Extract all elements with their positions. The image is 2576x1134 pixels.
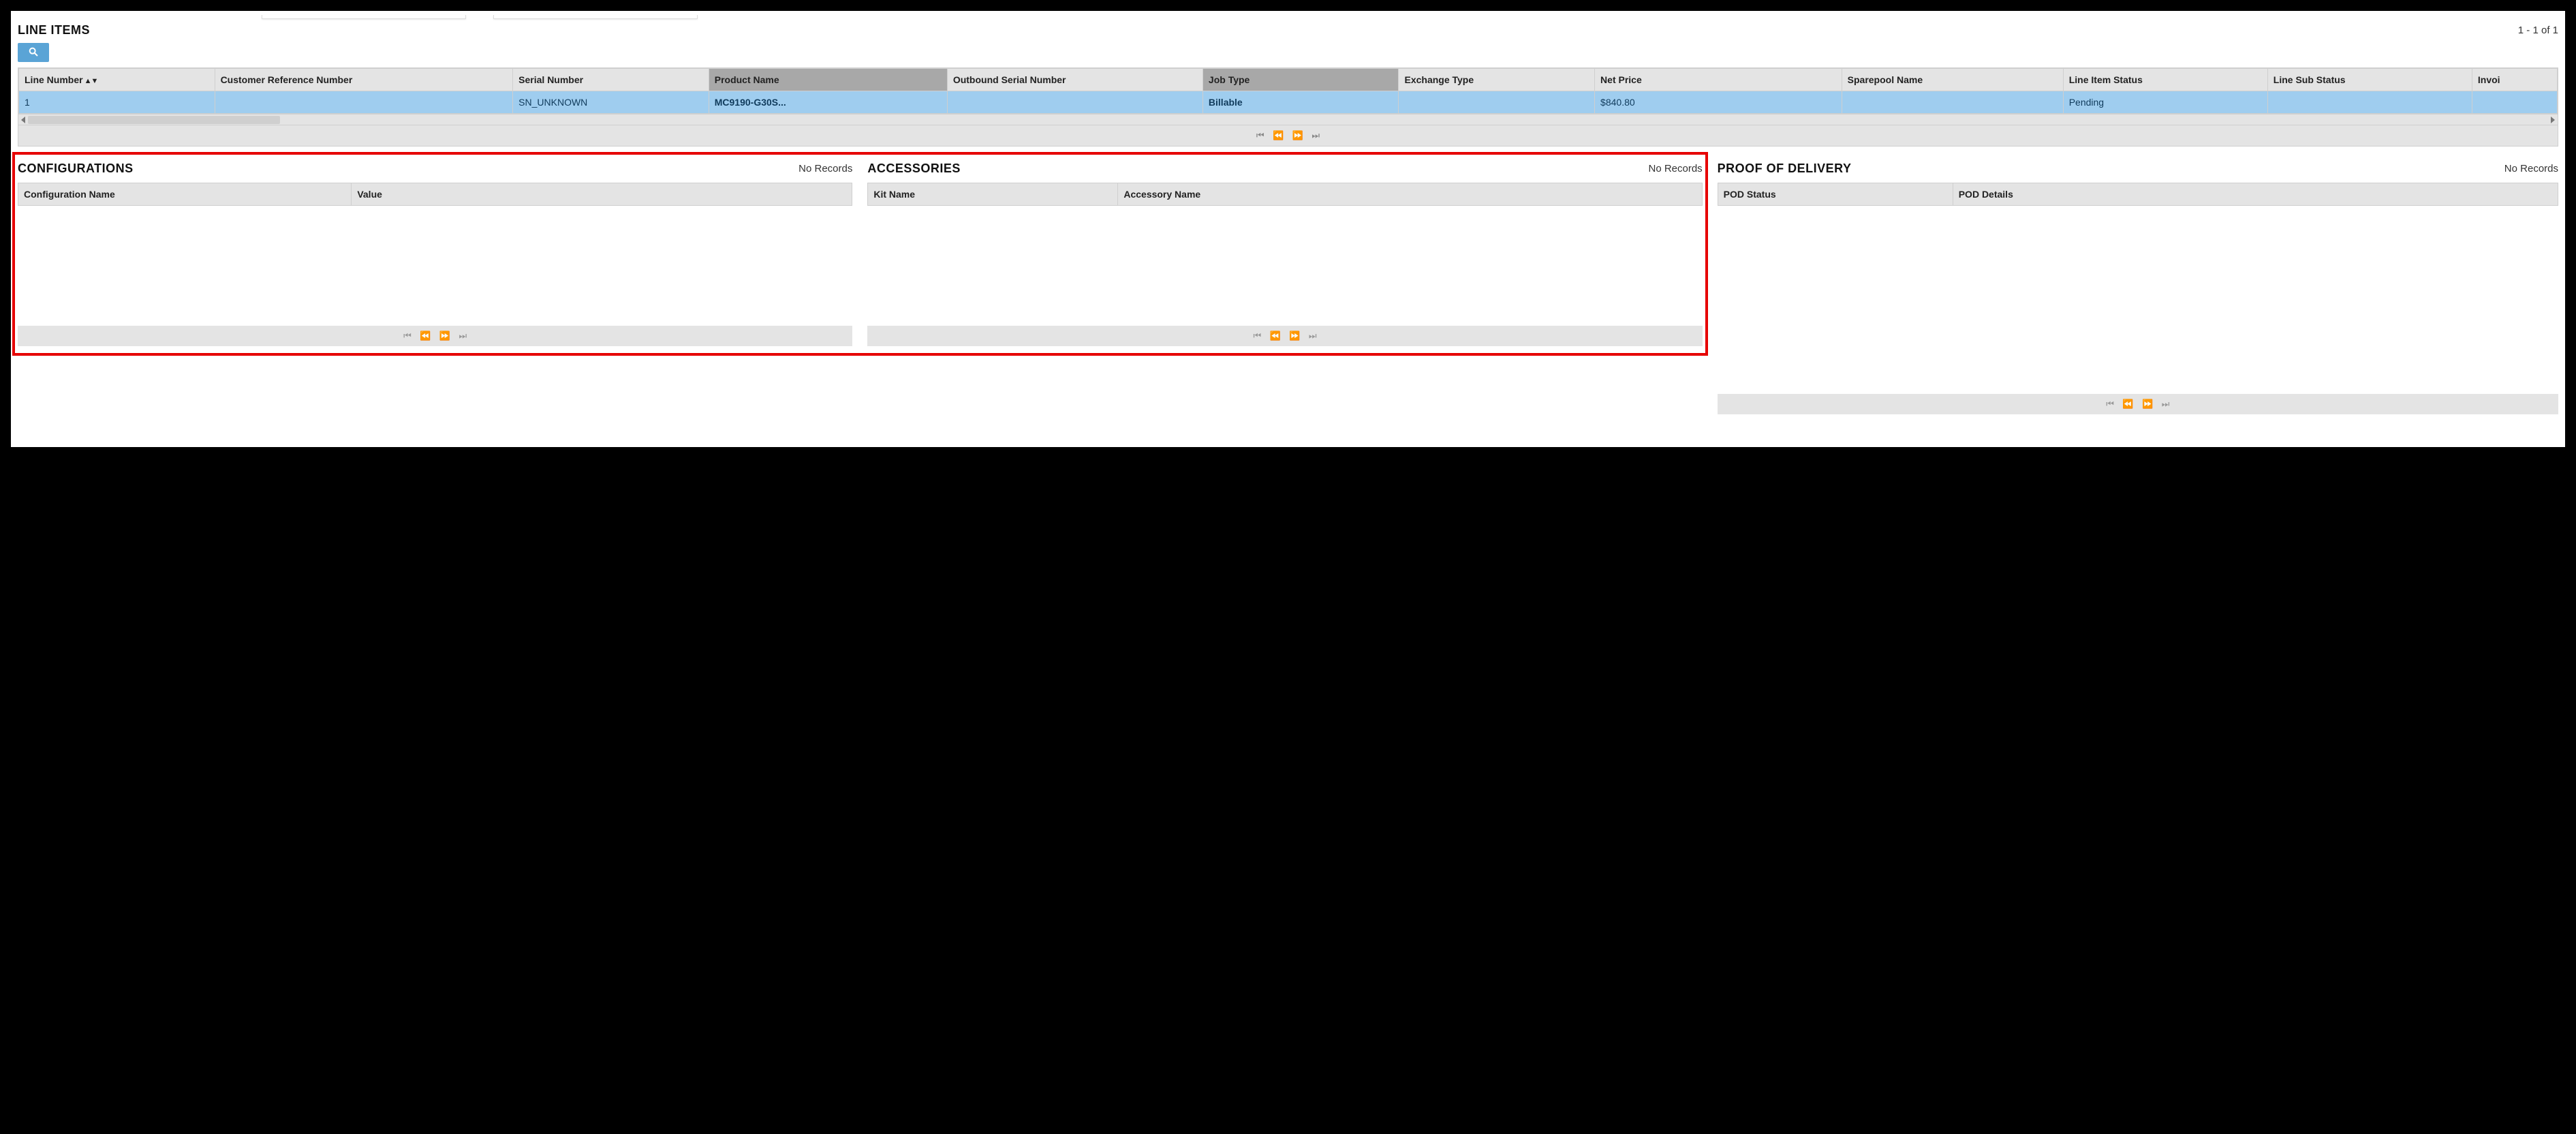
- line-items-title: LINE ITEMS: [18, 23, 90, 37]
- accessories-columns: Kit Name Accessory Name: [867, 183, 1702, 206]
- pager-first-icon[interactable]: ⏮: [403, 331, 412, 341]
- sort-icon: ▲▼: [84, 77, 98, 85]
- configurations-body: [18, 206, 852, 326]
- cell-job-type: Billable: [1202, 91, 1399, 114]
- col-kit-name[interactable]: Kit Name: [868, 183, 1118, 205]
- configurations-panel: CONFIGURATIONS No Records Configuration …: [16, 159, 854, 346]
- configurations-columns: Configuration Name Value: [18, 183, 852, 206]
- configurations-pager: ⏮ ⏪ ⏩ ⏭: [18, 326, 852, 346]
- accessories-panel: ACCESSORIES No Records Kit Name Accessor…: [866, 159, 1703, 346]
- configurations-status: No Records: [798, 163, 852, 174]
- ghost-box: [493, 15, 698, 19]
- col-config-name[interactable]: Configuration Name: [18, 183, 352, 205]
- accessories-body: [867, 206, 1702, 326]
- col-pod-status[interactable]: POD Status: [1718, 183, 1953, 205]
- line-items-header: LINE ITEMS 1 - 1 of 1: [16, 20, 2560, 42]
- lower-panels: CONFIGURATIONS No Records Configuration …: [16, 159, 2560, 414]
- pager-next-icon[interactable]: ⏩: [1289, 331, 1300, 341]
- col-line-number[interactable]: Line Number▲▼: [19, 69, 215, 91]
- pager-first-icon[interactable]: ⏮: [2106, 399, 2114, 410]
- cell-line-number: 1: [19, 91, 215, 114]
- cell-line-item-status: Pending: [2063, 91, 2267, 114]
- pager-next-icon[interactable]: ⏩: [439, 331, 450, 341]
- col-sparepool-name[interactable]: Sparepool Name: [1842, 69, 2063, 91]
- cell-invoice: [2472, 91, 2557, 114]
- cell-sparepool-name: [1842, 91, 2063, 114]
- pager-prev-icon[interactable]: ⏪: [1273, 130, 1284, 141]
- pod-columns: POD Status POD Details: [1718, 183, 2558, 206]
- pager-first-icon[interactable]: ⏮: [1253, 331, 1261, 341]
- search-button[interactable]: [18, 43, 49, 62]
- accessories-status: No Records: [1648, 163, 1702, 174]
- cell-exchange-type: [1399, 91, 1595, 114]
- pod-pager: ⏮ ⏪ ⏩ ⏭: [1718, 394, 2558, 414]
- cell-net-price: $840.80: [1595, 91, 1842, 114]
- cell-outbound-serial: [947, 91, 1202, 114]
- top-toolbar-ghosts: [262, 15, 2560, 19]
- col-line-item-status[interactable]: Line Item Status: [2063, 69, 2267, 91]
- configurations-title: CONFIGURATIONS: [18, 162, 134, 176]
- pager-next-icon[interactable]: ⏩: [1292, 130, 1303, 141]
- col-invoice[interactable]: Invoi: [2472, 69, 2557, 91]
- pager-next-icon[interactable]: ⏩: [2142, 399, 2153, 410]
- cell-product-name: MC9190-G30S...: [709, 91, 947, 114]
- col-exchange-type[interactable]: Exchange Type: [1399, 69, 1595, 91]
- highlight-annotation: CONFIGURATIONS No Records Configuration …: [16, 159, 1704, 346]
- cell-line-sub-status: [2267, 91, 2472, 114]
- pager-last-icon[interactable]: ⏭: [1309, 331, 1317, 341]
- pager-last-icon[interactable]: ⏭: [459, 331, 467, 341]
- search-icon: [28, 46, 39, 59]
- pager-prev-icon[interactable]: ⏪: [420, 331, 431, 341]
- col-net-price[interactable]: Net Price: [1595, 69, 1842, 91]
- pager-last-icon[interactable]: ⏭: [2162, 399, 2170, 410]
- col-pod-details[interactable]: POD Details: [1953, 183, 2558, 205]
- cell-serial-number: SN_UNKNOWN: [513, 91, 709, 114]
- pod-title: PROOF OF DELIVERY: [1718, 162, 1852, 176]
- pager-prev-icon[interactable]: ⏪: [2122, 399, 2133, 410]
- line-items-pager: ⏮ ⏪ ⏩ ⏭: [18, 125, 2558, 146]
- pod-body: [1718, 206, 2558, 394]
- table-header-row: Line Number▲▼ Customer Reference Number …: [19, 69, 2558, 91]
- col-serial-number[interactable]: Serial Number: [513, 69, 709, 91]
- col-accessory-name[interactable]: Accessory Name: [1118, 183, 1701, 205]
- col-product-name[interactable]: Product Name: [709, 69, 947, 91]
- ghost-box: [262, 15, 466, 19]
- col-config-value[interactable]: Value: [352, 183, 852, 205]
- pager-last-icon[interactable]: ⏭: [1312, 130, 1320, 141]
- page-root: LINE ITEMS 1 - 1 of 1 Line Number▲▼ Cust…: [11, 11, 2565, 447]
- line-items-count: 1 - 1 of 1: [2518, 25, 2558, 36]
- pager-first-icon[interactable]: ⏮: [1256, 130, 1264, 141]
- col-customer-ref[interactable]: Customer Reference Number: [215, 69, 513, 91]
- scrollbar-thumb[interactable]: [28, 116, 280, 124]
- line-items-table: Line Number▲▼ Customer Reference Number …: [18, 67, 2558, 147]
- col-line-sub-status[interactable]: Line Sub Status: [2267, 69, 2472, 91]
- pod-status-text: No Records: [2504, 163, 2558, 174]
- accessories-pager: ⏮ ⏪ ⏩ ⏭: [867, 326, 1702, 346]
- pager-prev-icon[interactable]: ⏪: [1270, 331, 1281, 341]
- cell-customer-ref: [215, 91, 513, 114]
- pod-panel: PROOF OF DELIVERY No Records POD Status …: [1716, 159, 2560, 414]
- horizontal-scrollbar[interactable]: [18, 114, 2558, 125]
- col-job-type[interactable]: Job Type: [1202, 69, 1399, 91]
- col-label: Line Number: [25, 74, 83, 85]
- table-row[interactable]: 1 SN_UNKNOWN MC9190-G30S... Billable $84…: [19, 91, 2558, 114]
- col-outbound-serial[interactable]: Outbound Serial Number: [947, 69, 1202, 91]
- accessories-title: ACCESSORIES: [867, 162, 961, 176]
